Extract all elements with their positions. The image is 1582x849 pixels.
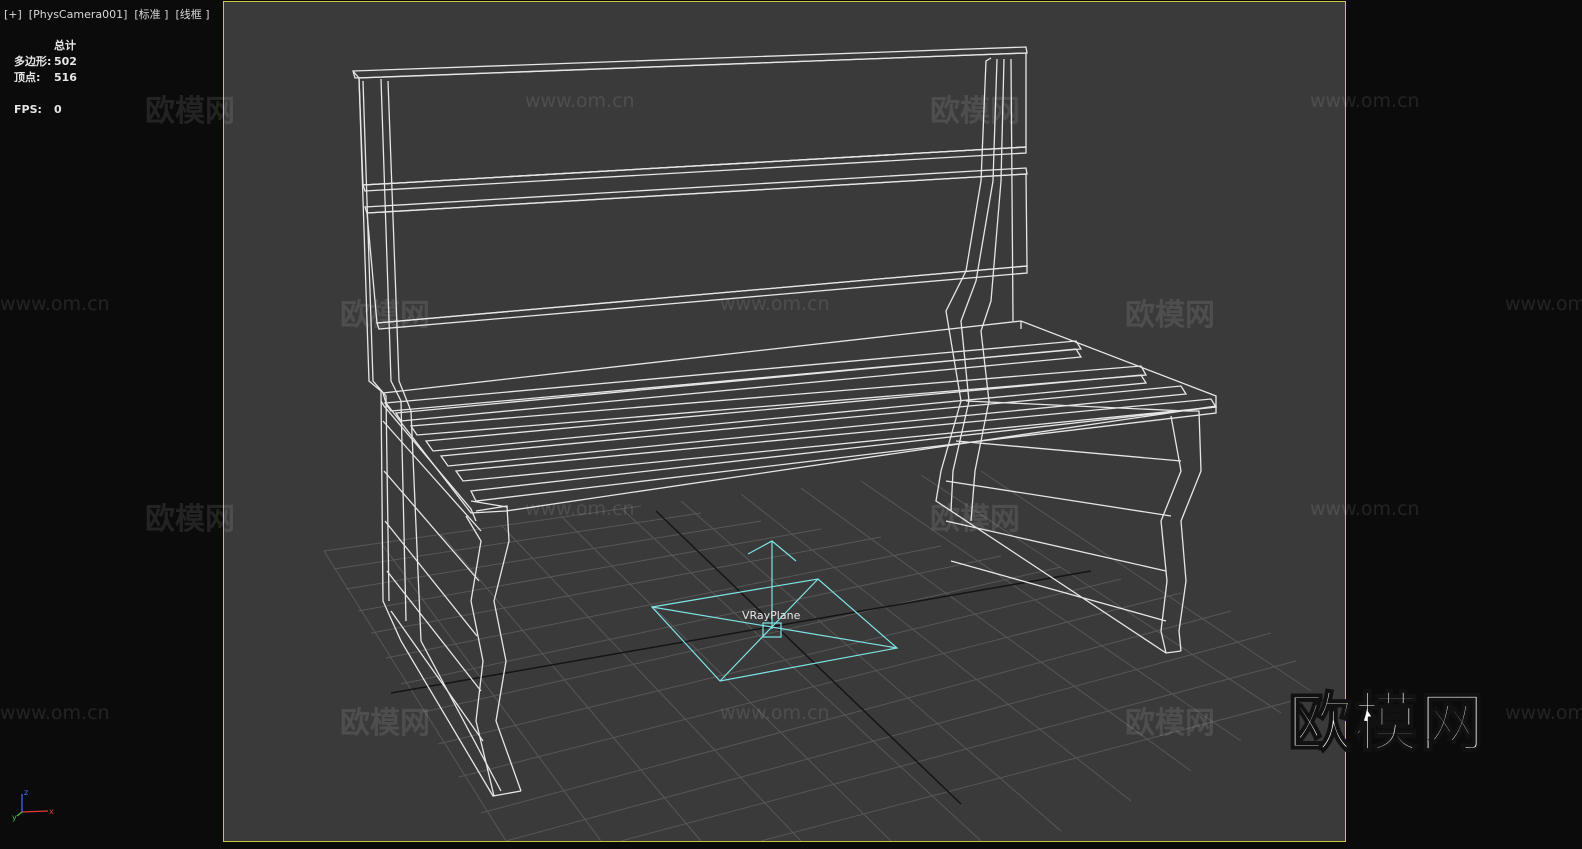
- watermark-url: www.om.cn: [1505, 293, 1582, 315]
- watermark-brand: 欧模网: [145, 502, 235, 537]
- bench-right-leg: [935, 57, 1202, 654]
- watermark-url: www.om.cn: [525, 498, 635, 520]
- axis-x-label: x: [49, 807, 54, 816]
- stats-vertices-row: 顶点: 516: [14, 70, 77, 86]
- vray-plane-label: VRayPlane: [742, 609, 801, 622]
- stats-fps-value: 0: [54, 103, 62, 116]
- brand-logo: 欧模网: [1287, 686, 1486, 762]
- axis-tripod-icon: z x y: [12, 788, 54, 822]
- watermark-brand: 欧模网: [930, 94, 1020, 129]
- watermark-brand: 欧模网: [340, 706, 430, 741]
- watermark-url: www.om.cn: [525, 90, 635, 112]
- watermark-brand: 欧模网: [1125, 706, 1215, 741]
- watermark-url: www.om.cn: [1310, 90, 1420, 112]
- axis-z-label: z: [24, 788, 28, 797]
- watermark-brand: 欧模网: [145, 94, 235, 129]
- stats-heading: 总计: [54, 39, 76, 52]
- watermark-brand: 欧模网: [930, 502, 1020, 537]
- bench-backrest: [352, 46, 1028, 330]
- stats-polygons-label: 多边形:: [14, 55, 52, 68]
- stats-vertices-label: 顶点:: [14, 71, 41, 84]
- ground-grid-axes: [390, 510, 1092, 805]
- watermark-brand: 欧模网: [340, 298, 430, 333]
- stats-polygons-row: 多边形: 502: [14, 54, 77, 70]
- watermark-url: www.om.cn: [0, 702, 110, 724]
- stats-fps-label: FPS:: [14, 103, 42, 116]
- stats-fps-row: FPS: 0: [14, 102, 77, 118]
- axis-y-label: y: [12, 813, 17, 822]
- watermark-url: www.om.cn: [720, 293, 830, 315]
- scene-statistics: 总计 多边形: 502 顶点: 516 FPS: 0: [14, 38, 77, 118]
- viewport-label[interactable]: [+] [PhysCamera001] [标准 ] [线框 ]: [4, 6, 210, 22]
- stats-vertices-value: 516: [54, 71, 77, 84]
- stats-polygons-value: 502: [54, 55, 77, 68]
- watermark-url: www.om.cn: [0, 293, 110, 315]
- watermark-url: www.om.cn: [720, 702, 830, 724]
- bench-seat: [382, 320, 1218, 514]
- watermark-url: www.om.cn: [1505, 702, 1582, 724]
- watermark-brand: 欧模网: [1125, 298, 1215, 333]
- watermark-url: www.om.cn: [1310, 498, 1420, 520]
